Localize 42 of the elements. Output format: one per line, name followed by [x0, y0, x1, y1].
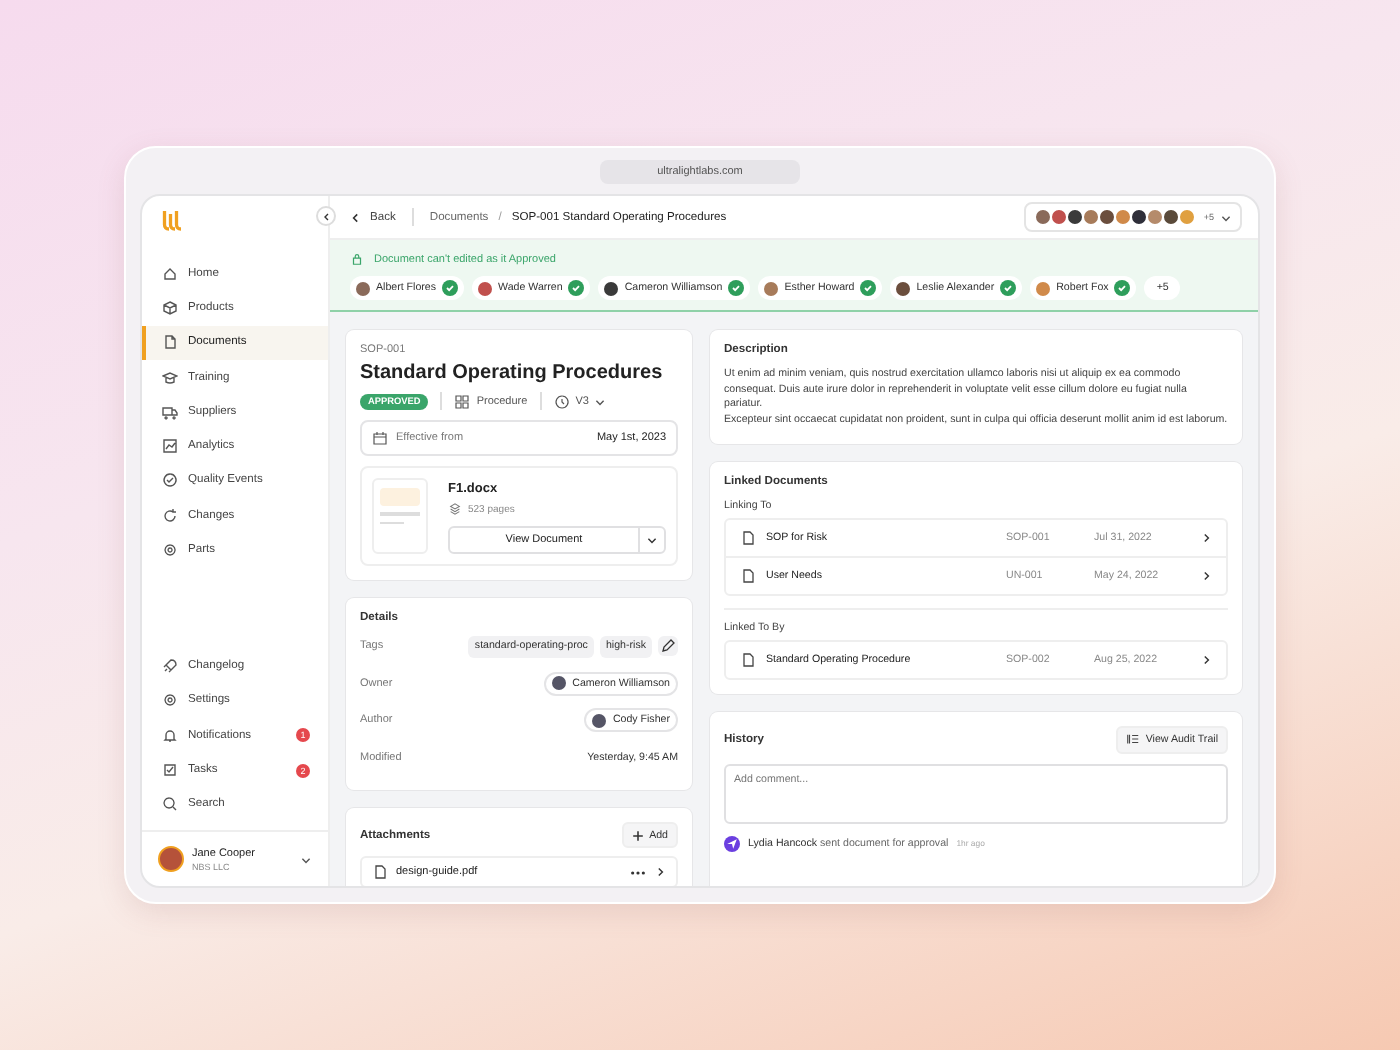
chevron-down-icon	[300, 853, 312, 865]
doc-icon	[162, 334, 178, 351]
plus-icon	[631, 829, 644, 841]
more-icon[interactable]	[630, 869, 646, 875]
chevron-right-icon	[1200, 653, 1212, 666]
home-icon	[162, 265, 178, 282]
chevron-right-icon	[1200, 531, 1212, 544]
bell-icon	[162, 727, 178, 744]
chart-icon	[162, 438, 178, 455]
chevron-left-icon	[321, 211, 331, 221]
chevron-left-icon	[350, 211, 362, 223]
chevron-down-icon	[594, 395, 607, 407]
gear-icon	[162, 692, 178, 709]
list-icon	[1125, 732, 1140, 747]
clock-icon	[553, 393, 570, 409]
cycle-icon	[162, 507, 178, 524]
document-thumbnail	[372, 478, 428, 554]
check-icon	[162, 472, 178, 489]
cap-icon	[162, 369, 178, 386]
grid-icon	[454, 393, 471, 409]
document-icon	[740, 567, 756, 584]
document-icon	[740, 651, 756, 668]
pencil-icon	[660, 638, 676, 655]
gear-icon	[162, 542, 178, 559]
chevron-down-icon	[1220, 211, 1232, 223]
lock-icon	[350, 252, 364, 266]
logo-icon	[160, 208, 184, 232]
avatar	[158, 846, 184, 872]
document-title: Standard Operating Procedures	[360, 362, 665, 384]
truck-icon	[162, 403, 178, 420]
collapse-button[interactable]	[316, 206, 336, 226]
chevron-right-icon	[1200, 569, 1212, 582]
layers-icon	[448, 502, 462, 516]
document-icon	[740, 529, 756, 546]
edit-button[interactable]	[658, 636, 678, 657]
search-icon	[162, 796, 178, 813]
chevron-right-icon	[654, 866, 666, 878]
box-icon	[162, 299, 178, 316]
calendar-icon	[372, 430, 388, 446]
chevron-down-icon	[646, 534, 658, 546]
file-icon	[372, 864, 388, 880]
task-icon	[162, 762, 178, 779]
